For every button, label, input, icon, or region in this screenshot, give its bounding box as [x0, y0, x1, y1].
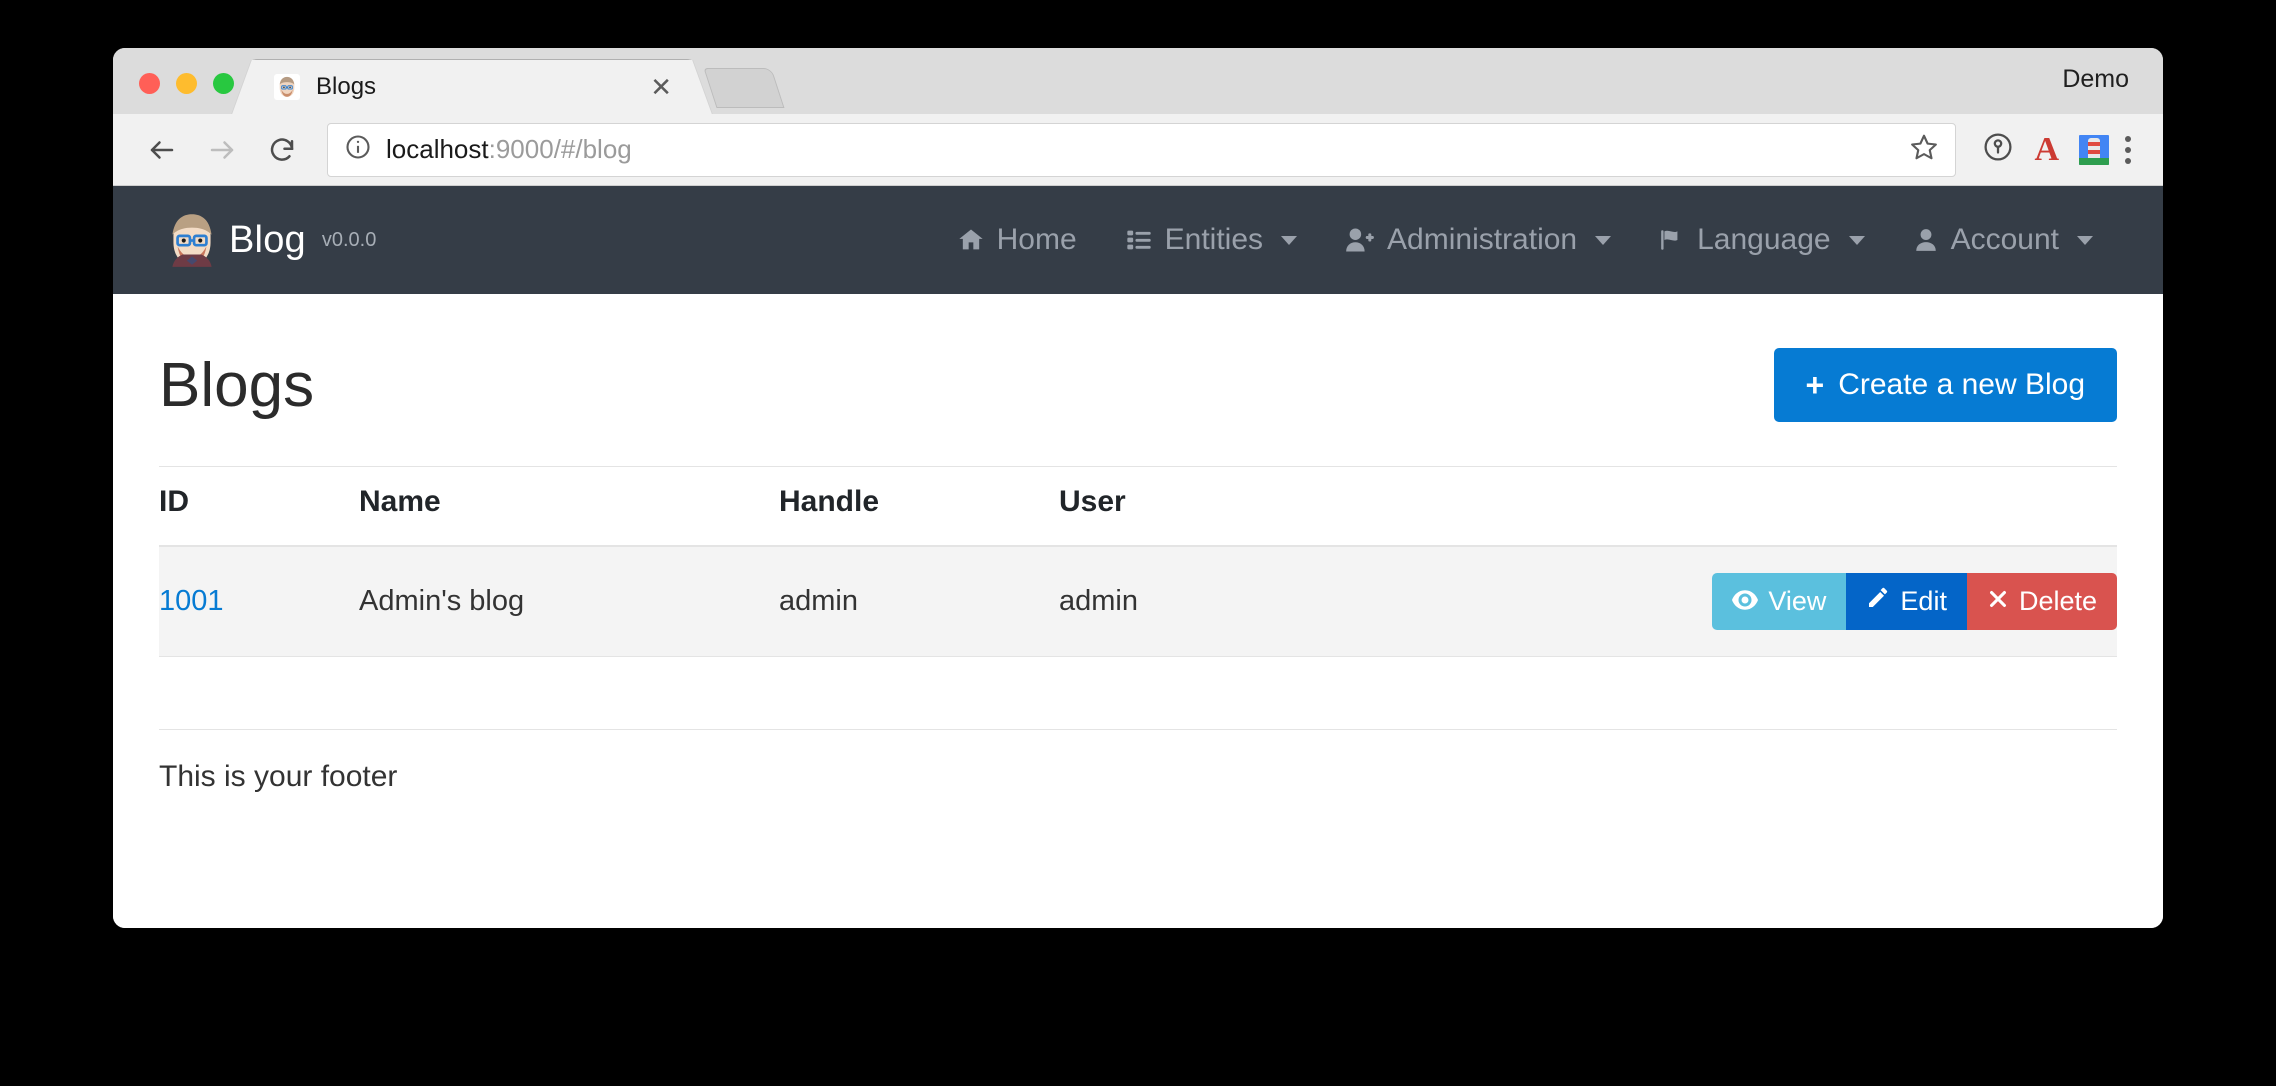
column-header-handle[interactable]: Handle [779, 466, 1059, 547]
minimize-window-button[interactable] [176, 73, 197, 94]
row-action-group: View Edit Delete [1712, 573, 2117, 630]
reload-icon[interactable] [255, 123, 309, 177]
table-body: 1001 Admin's blog admin admin View Edit … [159, 546, 2117, 657]
nav-item-label: Account [1950, 223, 2059, 256]
brand-name: Blog [229, 218, 306, 261]
address-bar[interactable]: localhost:9000/#/blog [327, 122, 1957, 177]
blog-id-link[interactable]: 1001 [159, 585, 224, 617]
plus-icon: + [1805, 367, 1825, 403]
chevron-down-icon [2077, 235, 2093, 245]
create-new-blog-button[interactable]: + Create a new Blog [1773, 348, 2117, 422]
nav-item-entities[interactable]: Entities [1101, 223, 1321, 257]
page-content: Blogs + Create a new Blog ID Name Handle… [113, 294, 2163, 794]
chevron-down-icon [1848, 235, 1865, 245]
nav-item-label: Language [1697, 223, 1831, 256]
page-viewport: Blog v0.0.0 Home Entities Administration… [113, 186, 2163, 928]
window-traffic-lights [113, 73, 252, 114]
column-header-id[interactable]: ID [159, 466, 359, 547]
navbar-links: Home Entities Administration Language Ac… [933, 223, 2117, 257]
forward-arrow-icon[interactable] [195, 123, 249, 177]
delete-button-label: Delete [2018, 586, 2097, 616]
jhipster-avatar-icon [274, 74, 300, 100]
close-icon[interactable]: ✕ [644, 74, 678, 100]
page-footer: This is your footer [159, 729, 2117, 794]
cell-user: admin [1059, 546, 1359, 657]
profile-label[interactable]: Demo [2062, 65, 2163, 114]
app-navbar: Blog v0.0.0 Home Entities Administration… [113, 186, 2163, 294]
user-plus-icon [1345, 226, 1375, 254]
eye-icon [1732, 586, 1759, 617]
tab-strip: Blogs ✕ Demo [113, 48, 2163, 114]
times-icon [1987, 586, 2009, 617]
column-header-actions [1359, 466, 2117, 547]
browser-tab[interactable]: Blogs ✕ [252, 60, 692, 114]
nav-item-account[interactable]: Account [1889, 223, 2117, 257]
nav-item-language[interactable]: Language [1635, 223, 1888, 257]
delete-button[interactable]: Delete [1966, 573, 2117, 630]
kebab-menu-icon[interactable] [2115, 135, 2141, 164]
back-arrow-icon[interactable] [135, 123, 189, 177]
view-button[interactable]: View [1712, 573, 1847, 630]
onepassword-icon[interactable] [1982, 131, 2014, 168]
table-header: ID Name Handle User [159, 466, 2117, 547]
browser-toolbar: localhost:9000/#/blog A [113, 114, 2163, 186]
cell-actions: View Edit Delete [1359, 546, 2117, 657]
page-header: Blogs + Create a new Blog [159, 294, 2117, 466]
tab-title: Blogs [316, 73, 377, 100]
cell-id: 1001 [159, 546, 359, 657]
chevron-down-icon [1595, 235, 1612, 245]
extension-icons: A [1974, 131, 2109, 168]
flag-icon [1659, 226, 1685, 254]
view-button-label: View [1768, 586, 1827, 616]
browser-window: Blogs ✕ Demo localhost:9000/#/blog A Blo… [113, 48, 2163, 928]
adblock-a-icon[interactable]: A [2034, 132, 2059, 167]
edit-button-label: Edit [1900, 586, 1947, 616]
cell-handle: admin [779, 546, 1059, 657]
maximize-window-button[interactable] [213, 73, 234, 94]
cell-name: Admin's blog [359, 546, 779, 657]
lighthouse-icon[interactable] [2079, 134, 2109, 165]
page-title: Blogs [159, 350, 315, 420]
info-circle-icon[interactable] [344, 133, 372, 166]
edit-button[interactable]: Edit [1846, 573, 1967, 630]
star-icon[interactable] [1909, 132, 1939, 167]
url-path: :9000/#/blog [488, 134, 632, 164]
column-header-user[interactable]: User [1059, 466, 1359, 547]
brand-version: v0.0.0 [321, 228, 377, 251]
list-icon [1125, 226, 1153, 254]
nav-item-home[interactable]: Home [933, 223, 1101, 257]
url-text: localhost:9000/#/blog [386, 134, 632, 165]
nav-item-label: Entities [1164, 223, 1264, 256]
close-window-button[interactable] [139, 73, 160, 94]
create-new-blog-label: Create a new Blog [1838, 368, 2085, 401]
new-tab-icon[interactable] [703, 68, 785, 108]
jhipster-avatar-icon [159, 207, 225, 273]
brand-link[interactable]: Blog v0.0.0 [159, 207, 376, 273]
nav-item-label: Home [996, 223, 1077, 256]
url-host: localhost [386, 134, 489, 164]
home-icon [957, 226, 985, 254]
table-row: 1001 Admin's blog admin admin View Edit … [159, 546, 2117, 657]
column-header-name[interactable]: Name [359, 466, 779, 547]
pencil-icon [1866, 586, 1890, 617]
nav-item-administration[interactable]: Administration [1321, 223, 1635, 257]
user-icon [1913, 226, 1939, 254]
blogs-table: ID Name Handle User 1001 Admin's blog ad… [159, 466, 2117, 657]
nav-item-label: Administration [1387, 223, 1578, 256]
table-header-row: ID Name Handle User [159, 466, 2117, 547]
chevron-down-icon [1281, 235, 1298, 245]
